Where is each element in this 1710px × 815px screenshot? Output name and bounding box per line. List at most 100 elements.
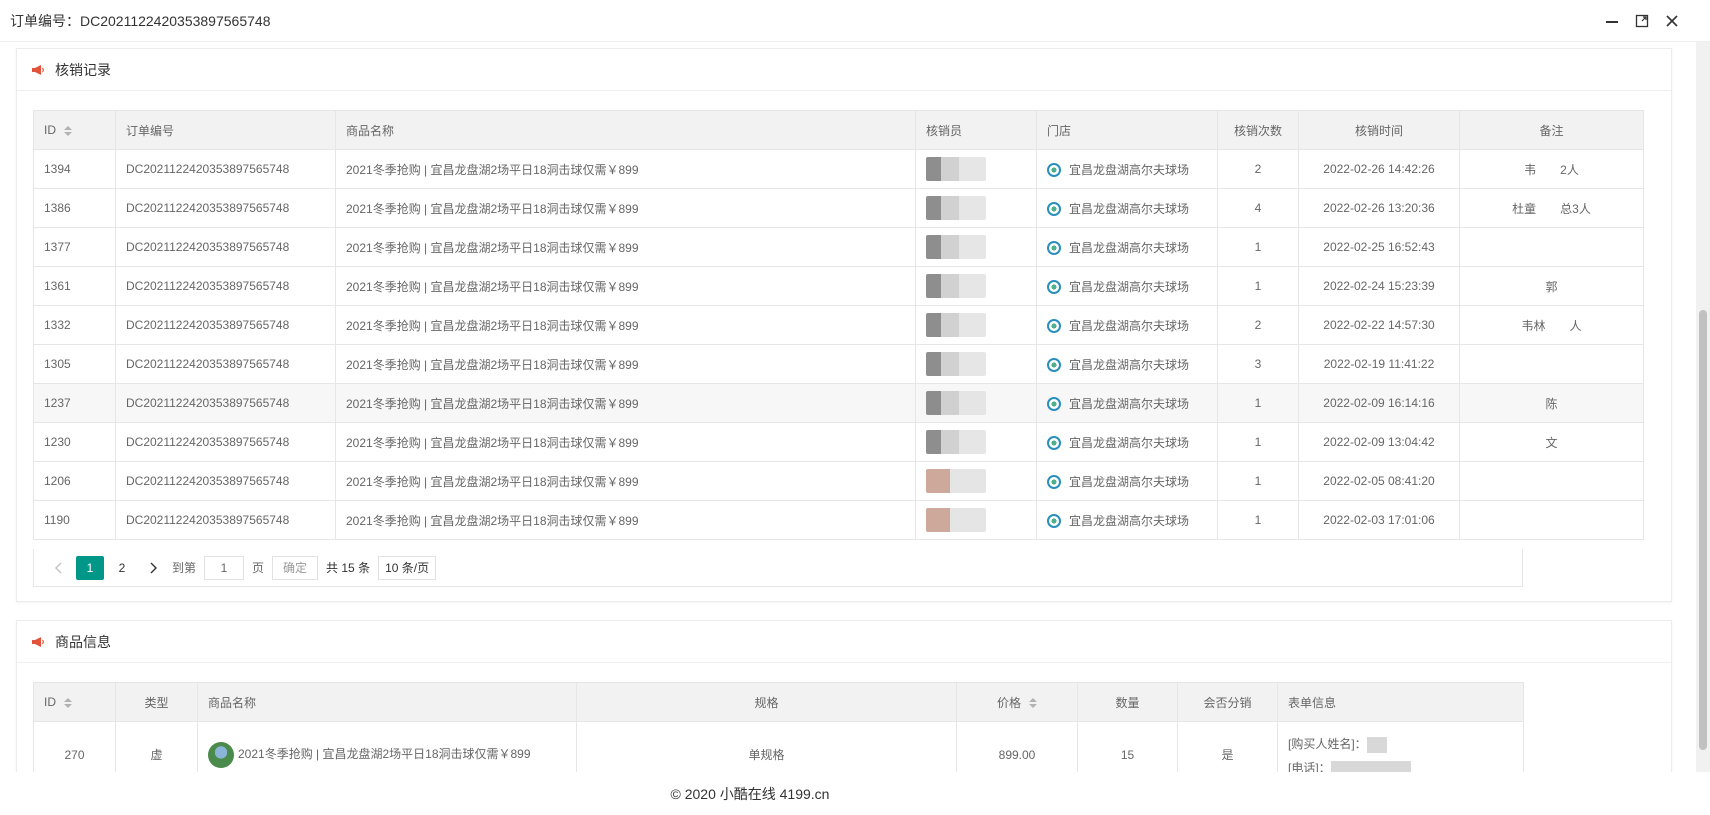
- page-unit-label: 页: [252, 561, 265, 575]
- record-store: 宜昌龙盘湖高尔夫球场: [1069, 279, 1190, 294]
- sort-icon[interactable]: [1029, 698, 1037, 709]
- record-count: 1: [1217, 422, 1299, 462]
- megaphone-icon: [31, 64, 45, 76]
- goods-form-info: [购买人姓名]： [电话]：: [1277, 721, 1524, 772]
- record-id: 1394: [33, 149, 116, 189]
- record-store-cell: 宜昌龙盘湖高尔夫球场: [1036, 305, 1218, 345]
- col-product: 商品名称: [335, 110, 916, 150]
- record-note: [1459, 227, 1644, 267]
- sort-icon[interactable]: [64, 697, 72, 708]
- store-logo-icon: [1047, 241, 1061, 256]
- store-logo-icon: [1047, 397, 1061, 412]
- maximize-icon[interactable]: [1634, 13, 1650, 29]
- record-time: 2022-02-03 17:01:06: [1298, 500, 1460, 540]
- record-order: DC20211224203538975657​48: [115, 422, 336, 462]
- records-table: ID 订单编号 商品名称 核销员 门店 核销次数 核销时间 备注 1394 DC2…: [33, 110, 1644, 540]
- record-time: 2022-02-26 13:20:36: [1298, 188, 1460, 228]
- record-product: 2021冬季抢购 | 宜昌龙盘湖2场平日18洞击球仅需￥899: [335, 422, 916, 462]
- goods-col-spec: 规格: [576, 682, 957, 722]
- goods-id: 270: [33, 721, 116, 772]
- dialog-content: 核销记录 ID 订单编号 商品名称 核销员 门店 核销次数 核销时间 备注 13…: [0, 42, 1696, 772]
- pagination: 1 2 到第 页 确定 共 15 条 10 条/页: [33, 549, 1523, 587]
- col-id[interactable]: ID: [33, 110, 116, 150]
- redacted-avatar: [926, 508, 986, 532]
- goods-card-header: 商品信息: [17, 621, 1671, 663]
- record-time: 2022-02-22 14:57:30: [1298, 305, 1460, 345]
- record-store-cell: 宜昌龙盘湖高尔夫球场: [1036, 461, 1218, 501]
- next-page-icon[interactable]: [140, 556, 168, 580]
- window-titlebar: 订单编号：DC20211224203538975657​48: [0, 0, 1710, 42]
- col-order: 订单编号: [115, 110, 336, 150]
- record-note: 韦林 人: [1459, 305, 1644, 345]
- goods-price: 899.00: [956, 721, 1078, 772]
- store-logo-icon: [1047, 436, 1061, 451]
- minimize-icon[interactable]: [1604, 13, 1620, 29]
- record-note: 韦 2人: [1459, 149, 1644, 189]
- record-order: DC20211224203538975657​48: [115, 188, 336, 228]
- record-operator: [915, 422, 1037, 462]
- total-count: 共 15 条: [326, 561, 371, 575]
- redacted-avatar: [926, 313, 986, 337]
- goods-col-product: 商品名称: [197, 682, 577, 722]
- record-order: DC20211224203538975657​48: [115, 461, 336, 501]
- goods-col-distribution: 会否分销: [1177, 682, 1278, 722]
- record-id: 1230: [33, 422, 116, 462]
- record-count: 3: [1217, 344, 1299, 384]
- col-note: 备注: [1459, 110, 1644, 150]
- prev-page-icon[interactable]: [44, 556, 72, 580]
- record-id: 1377: [33, 227, 116, 267]
- record-time: 2022-02-25 16:52:43: [1298, 227, 1460, 267]
- goods-title: 商品信息: [55, 633, 111, 650]
- record-order: DC20211224203538975657​48: [115, 266, 336, 306]
- goto-confirm-button[interactable]: 确定: [272, 555, 319, 580]
- record-row: 1237 DC20211224203538975657​48 2021冬季抢购 | …: [33, 383, 1644, 423]
- goods-col-price[interactable]: 价格: [956, 682, 1078, 722]
- product-thumbnail: [208, 741, 234, 768]
- record-row: 1230 DC20211224203538975657​48 2021冬季抢购 | …: [33, 422, 1644, 462]
- record-store: 宜昌龙盘湖高尔夫球场: [1069, 435, 1190, 450]
- redacted-avatar: [926, 157, 986, 181]
- record-note: [1459, 500, 1644, 540]
- record-time: 2022-02-09 16:14:16: [1298, 383, 1460, 423]
- record-operator: [915, 305, 1037, 345]
- record-row: 1206 DC20211224203538975657​48 2021冬季抢购 | …: [33, 461, 1644, 501]
- col-store: 门店: [1036, 110, 1218, 150]
- record-store-cell: 宜昌龙盘湖高尔夫球场: [1036, 227, 1218, 267]
- page-size-select[interactable]: 10 条/页: [378, 555, 437, 580]
- goods-col-id[interactable]: ID: [33, 682, 116, 722]
- store-logo-icon: [1047, 202, 1061, 217]
- record-store: 宜昌龙盘湖高尔夫球场: [1069, 201, 1190, 216]
- goto-page-input[interactable]: [204, 555, 245, 580]
- record-time: 2022-02-09 13:04:42: [1298, 422, 1460, 462]
- scrollbar-thumb[interactable]: [1699, 310, 1707, 750]
- record-time: 2022-02-19 11:41:22: [1298, 344, 1460, 384]
- record-product: 2021冬季抢购 | 宜昌龙盘湖2场平日18洞击球仅需￥899: [335, 266, 916, 306]
- record-count: 1: [1217, 266, 1299, 306]
- page-2-button[interactable]: 2: [108, 556, 136, 580]
- window-controls: [1604, 0, 1680, 42]
- page-1-button[interactable]: 1: [76, 555, 104, 580]
- record-order: DC20211224203538975657​48: [115, 383, 336, 423]
- record-count: 1: [1217, 227, 1299, 267]
- sort-icon[interactable]: [64, 125, 72, 136]
- record-id: 1386: [33, 188, 116, 228]
- close-icon[interactable]: [1664, 13, 1680, 29]
- redacted-avatar: [926, 391, 986, 415]
- record-store-cell: 宜昌龙盘湖高尔夫球场: [1036, 500, 1218, 540]
- redacted-avatar: [926, 235, 986, 259]
- record-id: 1305: [33, 344, 116, 384]
- vertical-scrollbar[interactable]: [1696, 42, 1710, 772]
- record-store-cell: 宜昌龙盘湖高尔夫球场: [1036, 383, 1218, 423]
- goods-type: 虚: [115, 721, 198, 772]
- record-store-cell: 宜昌龙盘湖高尔夫球场: [1036, 422, 1218, 462]
- goods-spec: 单规格: [576, 721, 957, 772]
- record-id: 1237: [33, 383, 116, 423]
- record-store: 宜昌龙盘湖高尔夫球场: [1069, 513, 1190, 528]
- record-time: 2022-02-26 14:42:26: [1298, 149, 1460, 189]
- record-order: DC20211224203538975657​48: [115, 305, 336, 345]
- record-row: 1386 DC20211224203538975657​48 2021冬季抢购 | …: [33, 188, 1644, 228]
- record-time: 2022-02-05 08:41:20: [1298, 461, 1460, 501]
- form-name-label: [购买人姓名]：: [1288, 737, 1367, 751]
- record-operator: [915, 188, 1037, 228]
- record-row: 1361 DC20211224203538975657​48 2021冬季抢购 | …: [33, 266, 1644, 306]
